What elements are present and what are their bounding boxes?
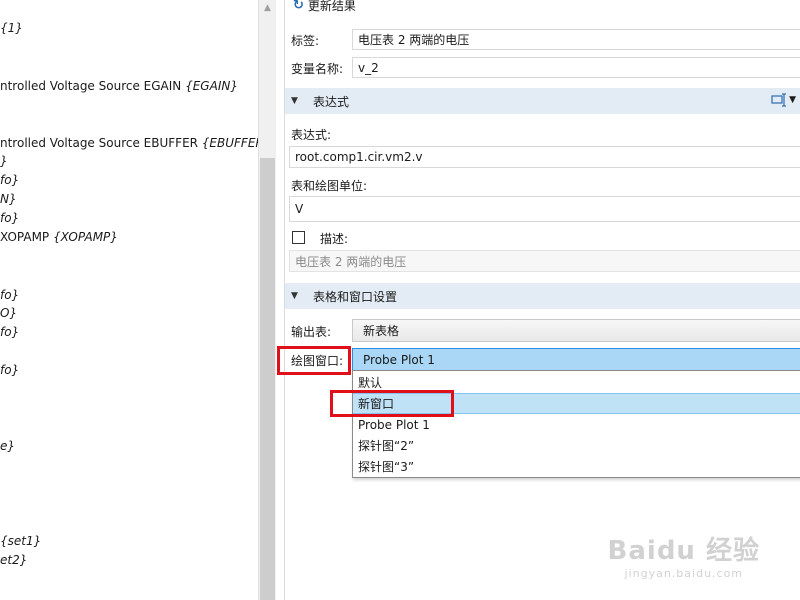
tree-node[interactable]: {1} xyxy=(0,20,23,36)
tree-node[interactable]: fo} xyxy=(0,287,19,303)
watermark-url: jingyan.baidu.com xyxy=(624,567,744,580)
plot-window-label: 绘图窗口: xyxy=(291,354,344,368)
dropdown-arrow-icon[interactable]: ▼ xyxy=(789,95,796,105)
tree-node-tag: {set1} xyxy=(0,534,42,548)
table-window-section-header[interactable]: ▼ 表格和窗口设置 xyxy=(285,283,800,309)
expression-section-title: 表达式 xyxy=(313,94,350,109)
tree-node[interactable]: {set1} xyxy=(0,533,41,549)
tree-node-tag: {EBUFFER} xyxy=(201,136,258,150)
label-field-label: 标签: xyxy=(291,34,320,48)
tree-node[interactable]: XOPAMP {XOPAMP} xyxy=(0,229,118,245)
unit-input[interactable]: V xyxy=(289,196,800,222)
tree-node-tag: fo} xyxy=(0,288,20,302)
variable-name-input[interactable]: v_2 xyxy=(352,57,800,78)
model-tree-panel: {1} ntrolled Voltage Source EGAIN {EGAIN… xyxy=(0,0,258,600)
tree-node[interactable]: fo} xyxy=(0,210,19,226)
tree-node-tag: fo} xyxy=(0,325,20,339)
expression-label: 表达式: xyxy=(291,128,332,142)
tree-node-tag: fo} xyxy=(0,211,20,225)
unit-label: 表和绘图单位: xyxy=(291,179,368,193)
dropdown-option-probe-plot-1[interactable]: Probe Plot 1 xyxy=(353,414,800,435)
update-results-label: 更新结果 xyxy=(307,0,356,13)
expression-section-header[interactable]: ▼ 表达式 ▼ xyxy=(285,88,800,114)
dropdown-option-default[interactable]: 默认 xyxy=(353,372,800,393)
tree-node[interactable]: } xyxy=(0,153,8,169)
tree-node-label: XOPAMP xyxy=(0,230,53,244)
plot-window-select[interactable]: Probe Plot 1 xyxy=(352,348,800,371)
collapse-chevron-icon: ▼ xyxy=(291,96,298,106)
dropdown-option-new-window[interactable]: 新窗口 xyxy=(353,393,800,414)
tree-node-tag: {XOPAMP} xyxy=(52,230,118,244)
tree-node[interactable]: fo} xyxy=(0,324,19,340)
tree-node[interactable]: N} xyxy=(0,191,17,207)
tree-node-tag: fo} xyxy=(0,363,20,377)
tree-node[interactable]: O} xyxy=(0,305,17,321)
app-window: {1} ntrolled Voltage Source EGAIN {EGAIN… xyxy=(0,0,800,600)
baidu-watermark: Baidu 经验 jingyan.baidu.com xyxy=(608,530,760,580)
variable-name-label: 变量名称: xyxy=(291,62,344,76)
label-input[interactable]: 电压表 2 两端的电压 xyxy=(352,29,800,50)
description-label: 描述: xyxy=(320,232,349,246)
tree-node-label: ntrolled Voltage Source EBUFFER xyxy=(0,136,202,150)
panel-splitter[interactable] xyxy=(276,0,285,600)
tree-node-tag: {1} xyxy=(0,21,23,35)
tree-node-tag: O} xyxy=(0,306,18,320)
dropdown-option-probe-plot-2[interactable]: 探针图“2” xyxy=(353,435,800,456)
scroll-up-icon[interactable]: ▲ xyxy=(259,0,276,16)
tree-node-tag: N} xyxy=(0,192,17,206)
tree-scrollbar[interactable]: ▲ xyxy=(258,0,276,600)
tree-node[interactable]: fo} xyxy=(0,172,19,188)
output-table-label: 输出表: xyxy=(291,325,332,339)
refresh-icon: ↻ xyxy=(293,0,304,13)
section-tools: ▼ xyxy=(771,93,796,107)
tree-node-tag: e} xyxy=(0,439,16,453)
tree-node-tag: {EGAIN} xyxy=(185,79,238,93)
expression-input[interactable]: root.comp1.cir.vm2.v xyxy=(289,146,800,168)
tree-node-label: ntrolled Voltage Source EGAIN xyxy=(0,79,186,93)
tree-node-tag: fo} xyxy=(0,173,20,187)
update-results-button[interactable]: ↻ 更新结果 xyxy=(293,0,356,14)
settings-toolbar: ↻ 更新结果 xyxy=(285,0,800,14)
description-checkbox[interactable] xyxy=(292,231,305,244)
tree-node-tag: } xyxy=(0,154,8,168)
table-window-section-title: 表格和窗口设置 xyxy=(313,289,398,304)
output-table-select[interactable]: 新表格 xyxy=(352,319,800,342)
description-input[interactable]: 电压表 2 两端的电压 xyxy=(289,250,800,272)
scrollbar-thumb[interactable] xyxy=(260,158,275,600)
insert-expression-icon[interactable] xyxy=(771,93,787,107)
tree-node-tag: et2} xyxy=(0,553,28,567)
plot-window-dropdown: 默认 新窗口 Probe Plot 1 探针图“2” 探针图“3” xyxy=(352,370,800,478)
tree-node[interactable]: et2} xyxy=(0,552,27,568)
tree-node[interactable]: ntrolled Voltage Source EGAIN {EGAIN} xyxy=(0,78,238,94)
collapse-chevron-icon: ▼ xyxy=(291,291,298,301)
settings-panel: ↻ 更新结果 标签: 电压表 2 两端的电压 变量名称: v_2 ▼ 表达式 ▼ xyxy=(277,0,800,600)
tree-node[interactable]: e} xyxy=(0,438,15,454)
watermark-logo: Baidu 经验 xyxy=(607,536,760,566)
dropdown-option-probe-plot-3[interactable]: 探针图“3” xyxy=(353,456,800,477)
tree-node[interactable]: ntrolled Voltage Source EBUFFER {EBUFFER… xyxy=(0,135,258,151)
tree-node[interactable]: fo} xyxy=(0,362,19,378)
